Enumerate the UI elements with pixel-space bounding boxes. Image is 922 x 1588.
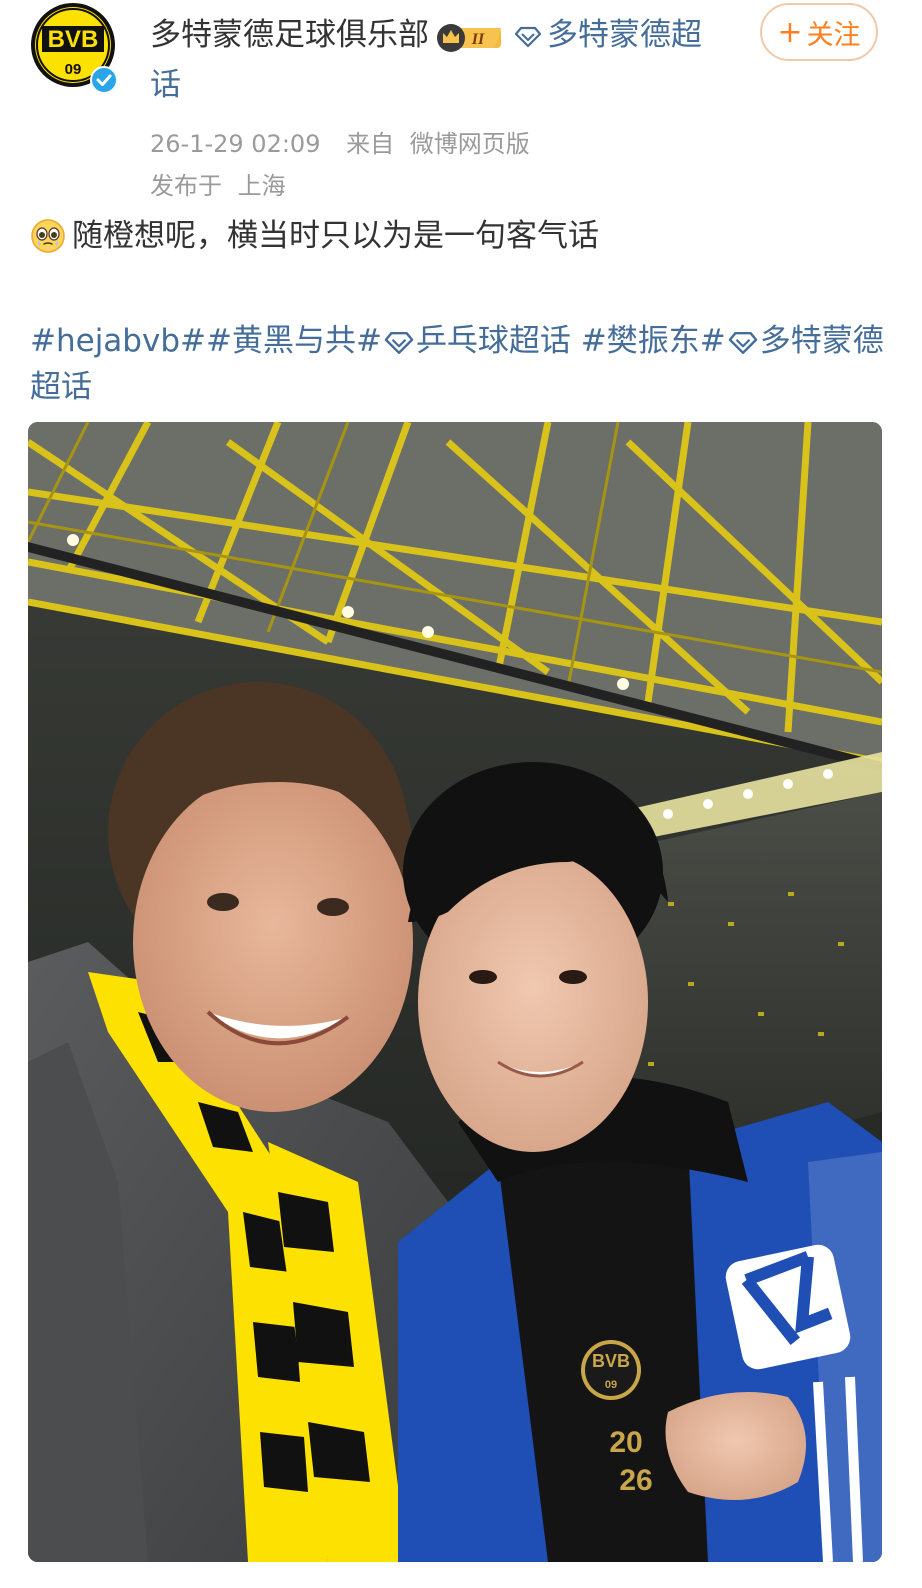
hashtag-hejabvb[interactable]: #hejabvb# — [30, 323, 206, 359]
hashtag-line: #hejabvb##黄黑与共# 乒乓球超话 #樊振东# 多特蒙德超话 — [30, 318, 890, 410]
post-photo[interactable]: BVB 09 20 26 — [28, 422, 882, 1562]
follow-label: 关注 — [806, 19, 861, 51]
shirt-year-top: 20 — [609, 1426, 642, 1459]
shirt-crest-number: 09 — [605, 1379, 617, 1391]
author-name[interactable]: 多特蒙德足球俱乐部 — [150, 17, 429, 53]
post-location: 发布于 上海 — [150, 166, 286, 201]
post-text: 随橙想呢，横当时只以为是一句客气话 — [72, 218, 599, 254]
post-source: 微博网页版 — [409, 130, 530, 158]
supertopic-diamond-icon — [515, 26, 541, 47]
post-body: 随橙想呢，横当时只以为是一句客气话 — [30, 216, 599, 256]
post-timestamp[interactable]: 26-1-29 02:09 — [150, 130, 320, 158]
post-meta: 26-1-29 02:09 来自 微博网页版 — [150, 124, 530, 159]
badge-level: II — [471, 31, 485, 48]
shirt-crest-letters: BVB — [592, 1351, 630, 1371]
crown-badge-icon[interactable]: II — [435, 21, 505, 53]
avatar-number: 09 — [65, 61, 82, 78]
hashtag-fanzhendong[interactable]: #樊振东# — [581, 323, 726, 359]
author-header: 多特蒙德足球俱乐部 II 多特蒙德超话 — [150, 10, 710, 110]
verified-icon — [90, 66, 118, 94]
source-prefix: 来自 — [346, 130, 395, 158]
hashtag-huangheiyugong[interactable]: #黄黑与共# — [206, 323, 382, 359]
supertopic-diamond-icon — [384, 331, 414, 354]
teary-emoji-icon — [31, 219, 65, 253]
location-prefix: 发布于 — [150, 172, 222, 200]
plus-icon: + — [777, 14, 803, 50]
location-value: 上海 — [237, 172, 286, 200]
follow-button[interactable]: + 关注 — [760, 3, 878, 61]
supertopic-pingpong[interactable]: 乒乓球超话 — [416, 323, 571, 359]
shirt-year-bottom: 26 — [619, 1464, 652, 1497]
avatar-letters: BVB — [48, 26, 99, 53]
supertopic-diamond-icon — [728, 331, 758, 354]
